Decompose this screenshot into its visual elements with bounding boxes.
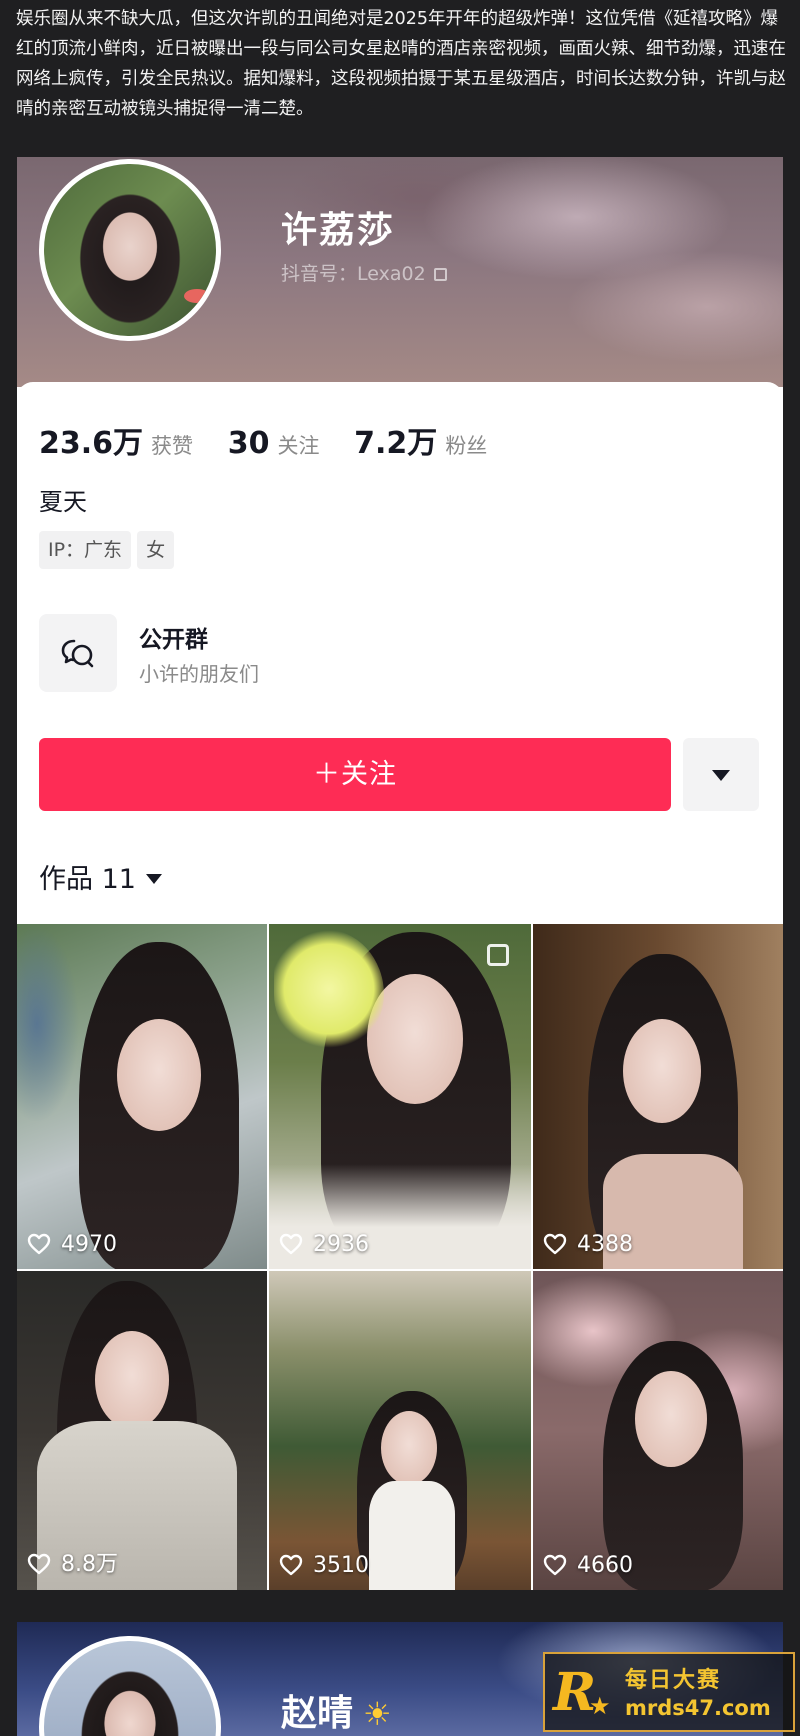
star-icon: ★ [589,1692,611,1720]
like-count: 4660 [543,1553,633,1578]
copy-icon[interactable] [433,268,447,281]
work-thumbnail[interactable]: 4970 [17,924,267,1269]
group-icon-box [39,614,117,692]
heart-icon [543,1233,567,1255]
like-count: 4970 [27,1232,117,1257]
more-options-button[interactable] [683,738,759,811]
watermark-url: mrds47.com [625,1696,771,1720]
works-label: 作品 11 [39,864,136,895]
work-thumbnail[interactable]: 8.8万 [17,1271,267,1590]
sun-icon: ☀ [363,1695,392,1733]
chat-bubbles-icon [61,639,94,668]
stat-followers-label: 粉丝 [445,434,488,458]
like-number: 8.8万 [61,1552,118,1577]
tag-gender: 女 [137,531,175,569]
work-thumbnail[interactable]: 4388 [533,924,783,1269]
works-dropdown-icon [145,874,162,884]
profile-card: 许荔莎 抖音号：Lexa02 23.6万 获赞 30 关注 7.2万 粉丝 夏天 IP… [17,157,783,1590]
stat-following-label: 关注 [277,434,320,458]
work-thumbnail[interactable]: 3510 [269,1271,531,1590]
heart-icon [279,1554,303,1576]
caret-down-icon [712,770,730,781]
like-number: 4388 [577,1232,633,1257]
follow-button[interactable]: ＋关注 [39,738,671,811]
site-watermark: R ★ 每日大赛 mrds47.com [543,1652,795,1732]
work-thumbnail[interactable]: 2936 [269,924,531,1269]
second-profile-name-row: 赵晴 ☀ [281,1684,392,1736]
like-number: 3510 [313,1553,369,1578]
stat-likes[interactable]: 23.6万 获赞 [39,418,193,462]
tag-ip: IP：广东 [39,531,132,569]
group-subtitle: 小许的朋友们 [139,662,259,686]
douyin-id-row[interactable]: 抖音号：Lexa02 [281,259,447,286]
like-count: 2936 [279,1232,369,1257]
heart-icon [27,1233,51,1255]
works-grid: 4970 2936 4388 8.8万 3510 4660 [17,924,783,1590]
like-count: 8.8万 [27,1546,118,1578]
stat-following[interactable]: 30 关注 [228,426,320,461]
multi-image-icon [487,944,509,966]
douyin-id: 抖音号：Lexa02 [281,263,426,285]
profile-name: 许荔莎 [281,210,396,251]
profile-avatar[interactable] [39,159,221,341]
second-profile-name: 赵晴 [281,1693,354,1734]
stat-following-num: 30 [227,426,270,461]
public-group-entry[interactable]: 公开群 小许的朋友们 [39,614,739,694]
stat-likes-label: 获赞 [151,434,194,458]
like-number: 4660 [577,1553,633,1578]
stat-followers-num: 7.2万 [354,426,438,461]
works-tab[interactable]: 作品 11 [39,857,162,896]
lily-flower [274,929,384,1049]
like-number: 4970 [61,1232,117,1257]
like-count: 3510 [279,1553,369,1578]
watermark-title: 每日大赛 [625,1668,722,1693]
work-thumbnail[interactable]: 4660 [533,1271,783,1590]
heart-icon [543,1554,567,1576]
stat-likes-num: 23.6万 [39,426,144,461]
like-number: 2936 [313,1232,369,1257]
like-count: 4388 [543,1232,633,1257]
group-title: 公开群 [139,627,208,653]
avatar-flower [184,289,210,303]
article-text: 娱乐圈从来不缺大瓜，但这次许凯的丑闻绝对是2025年开年的超级炸弹！这位凭借《延… [16,9,786,119]
profile-tags: IP：广东女 [39,531,180,569]
heart-icon [279,1233,303,1255]
second-profile-avatar[interactable] [39,1636,221,1736]
profile-bio: 夏天 [39,488,87,516]
stat-followers[interactable]: 7.2万 粉丝 [354,418,487,462]
profile-stats: 23.6万 获赞 30 关注 7.2万 粉丝 [39,418,515,462]
heart-icon [27,1553,51,1575]
